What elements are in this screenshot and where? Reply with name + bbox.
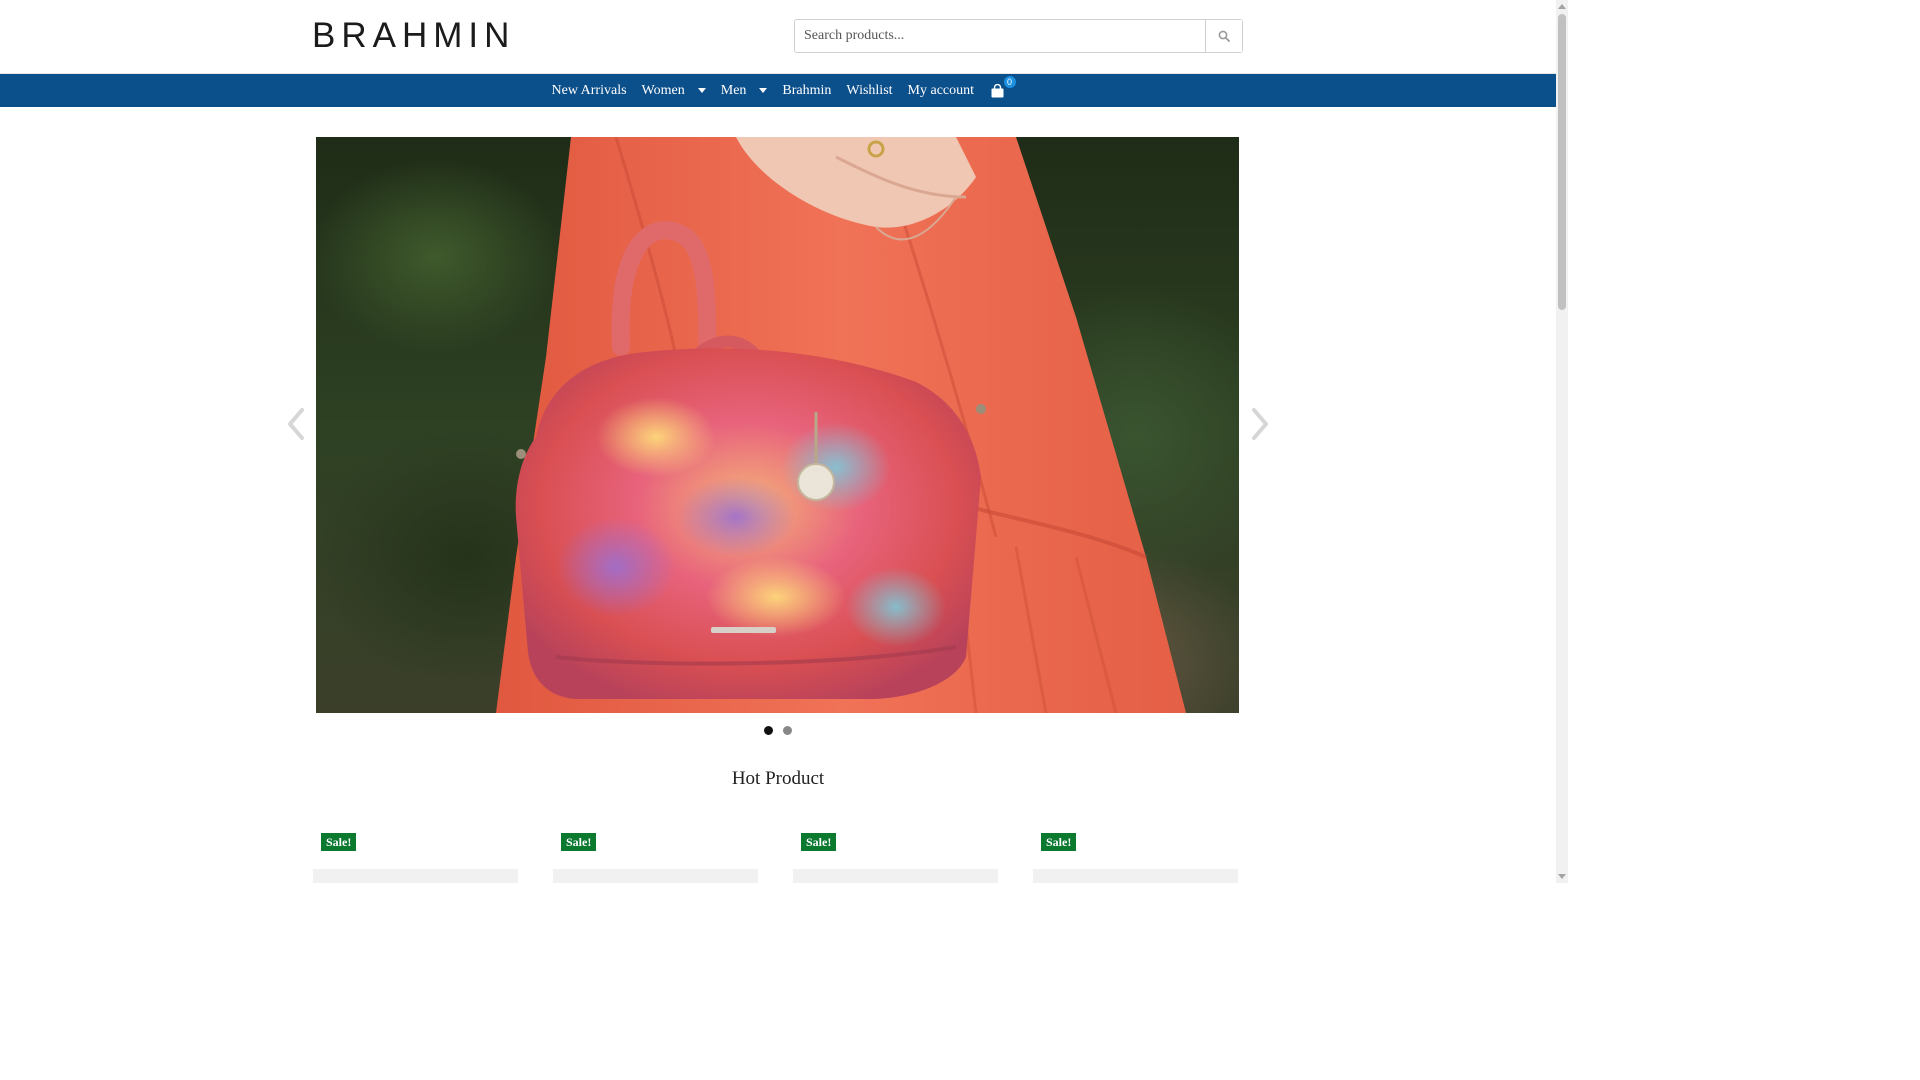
product-image[interactable] xyxy=(313,869,518,883)
nav-item-label: Wishlist xyxy=(846,82,893,98)
slider-next-arrow[interactable] xyxy=(1248,406,1272,442)
hero-slide-image xyxy=(496,137,1186,713)
product-image[interactable] xyxy=(1033,869,1238,883)
nav-item-label: New Arrivals xyxy=(551,82,627,98)
sale-badge: Sale! xyxy=(561,833,597,851)
brand-logo[interactable]: BRAHMIN xyxy=(312,18,515,54)
shopping-bag-icon xyxy=(991,83,1004,97)
main-navigation: New Arrivals Women Men Brahmin Wishlist … xyxy=(0,74,1556,107)
cart-button[interactable]: 0 xyxy=(990,74,1016,107)
nav-item-new-arrivals[interactable]: New Arrivals xyxy=(544,74,634,107)
page: BRAHMIN New Arrivals Women Men xyxy=(0,0,1568,883)
nav-item-brahmin[interactable]: Brahmin xyxy=(775,74,839,107)
nav-menu: New Arrivals Women Men Brahmin Wishlist … xyxy=(544,74,1016,107)
sale-badge: Sale! xyxy=(801,833,837,851)
caret-down-icon xyxy=(697,88,706,93)
product-card[interactable]: Sale! xyxy=(313,832,518,883)
nav-item-label: My account xyxy=(907,82,975,98)
scrollbar-thumb[interactable] xyxy=(1558,14,1566,310)
slider-dot-2[interactable] xyxy=(783,726,792,735)
product-grid: Sale! Sale! Sale! Sale! xyxy=(313,832,1239,883)
product-card[interactable]: Sale! xyxy=(793,832,998,883)
chevron-right-icon xyxy=(1252,408,1268,440)
chevron-left-icon xyxy=(288,408,304,440)
hero-slider[interactable] xyxy=(316,137,1239,713)
nav-item-label: Brahmin xyxy=(782,82,832,98)
nav-item-label: Men xyxy=(720,82,747,98)
sale-badge: Sale! xyxy=(1041,833,1077,851)
product-image[interactable] xyxy=(793,869,998,883)
nav-item-wishlist[interactable]: Wishlist xyxy=(839,74,900,107)
page-scrollbar[interactable] xyxy=(1556,0,1568,883)
scroll-up-arrow-icon[interactable] xyxy=(1558,4,1566,9)
cart-count-badge: 0 xyxy=(1003,76,1016,88)
nav-item-women[interactable]: Women xyxy=(634,74,713,107)
search-icon xyxy=(1218,30,1230,42)
slider-prev-arrow[interactable] xyxy=(284,406,308,442)
caret-down-icon xyxy=(759,88,768,93)
search-input[interactable] xyxy=(795,20,1205,52)
product-card[interactable]: Sale! xyxy=(553,832,758,883)
nav-item-label: Women xyxy=(641,82,685,98)
search-form xyxy=(794,19,1243,53)
product-image[interactable] xyxy=(553,869,758,883)
nav-item-men[interactable]: Men xyxy=(713,74,775,107)
scroll-down-arrow-icon[interactable] xyxy=(1558,874,1566,879)
section-title: Hot Product xyxy=(731,768,825,789)
product-card[interactable]: Sale! xyxy=(1033,832,1238,883)
nav-item-my-account[interactable]: My account xyxy=(900,74,981,107)
sale-badge: Sale! xyxy=(321,833,357,851)
search-button[interactable] xyxy=(1205,20,1242,52)
slider-pagination xyxy=(764,726,792,735)
slider-dot-1[interactable] xyxy=(764,726,773,735)
site-header: BRAHMIN xyxy=(0,0,1556,74)
